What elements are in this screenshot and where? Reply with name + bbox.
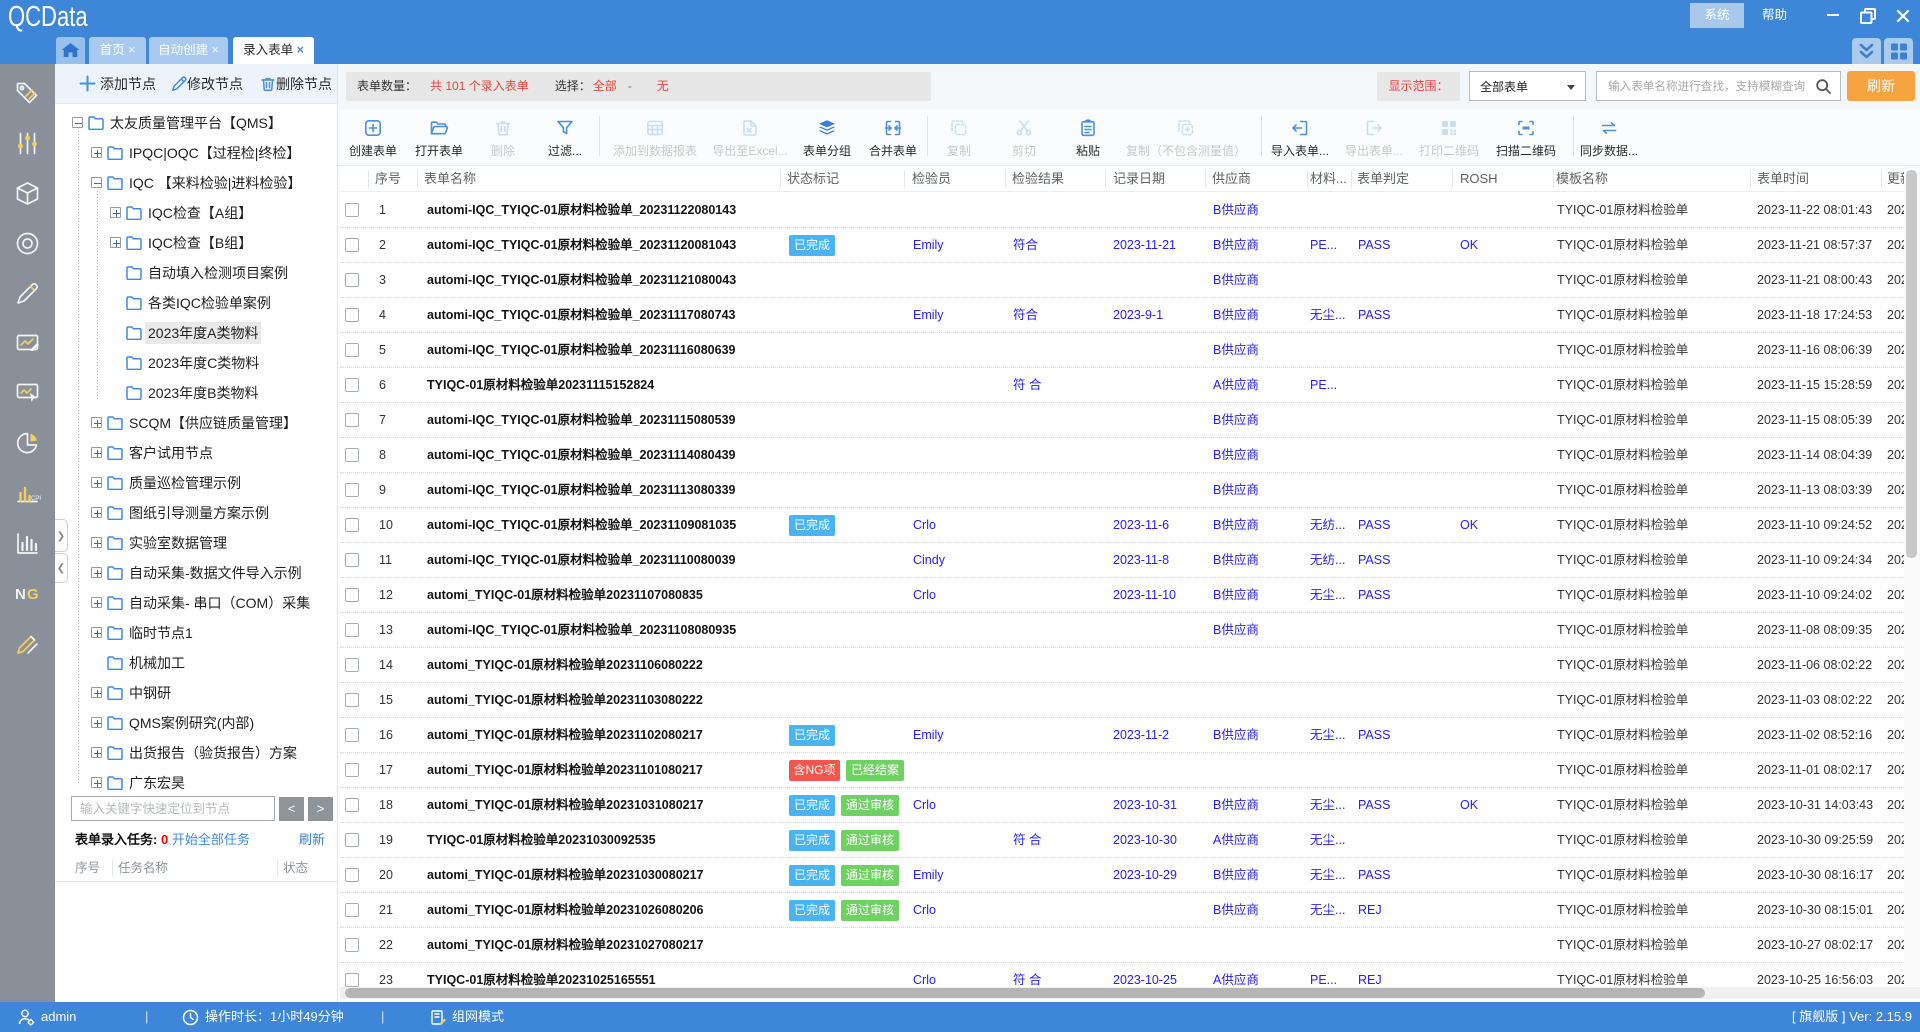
svg-text:N: N xyxy=(15,586,26,603)
svg-text:CPK: CPK xyxy=(31,496,41,502)
svg-text:G: G xyxy=(27,586,39,603)
